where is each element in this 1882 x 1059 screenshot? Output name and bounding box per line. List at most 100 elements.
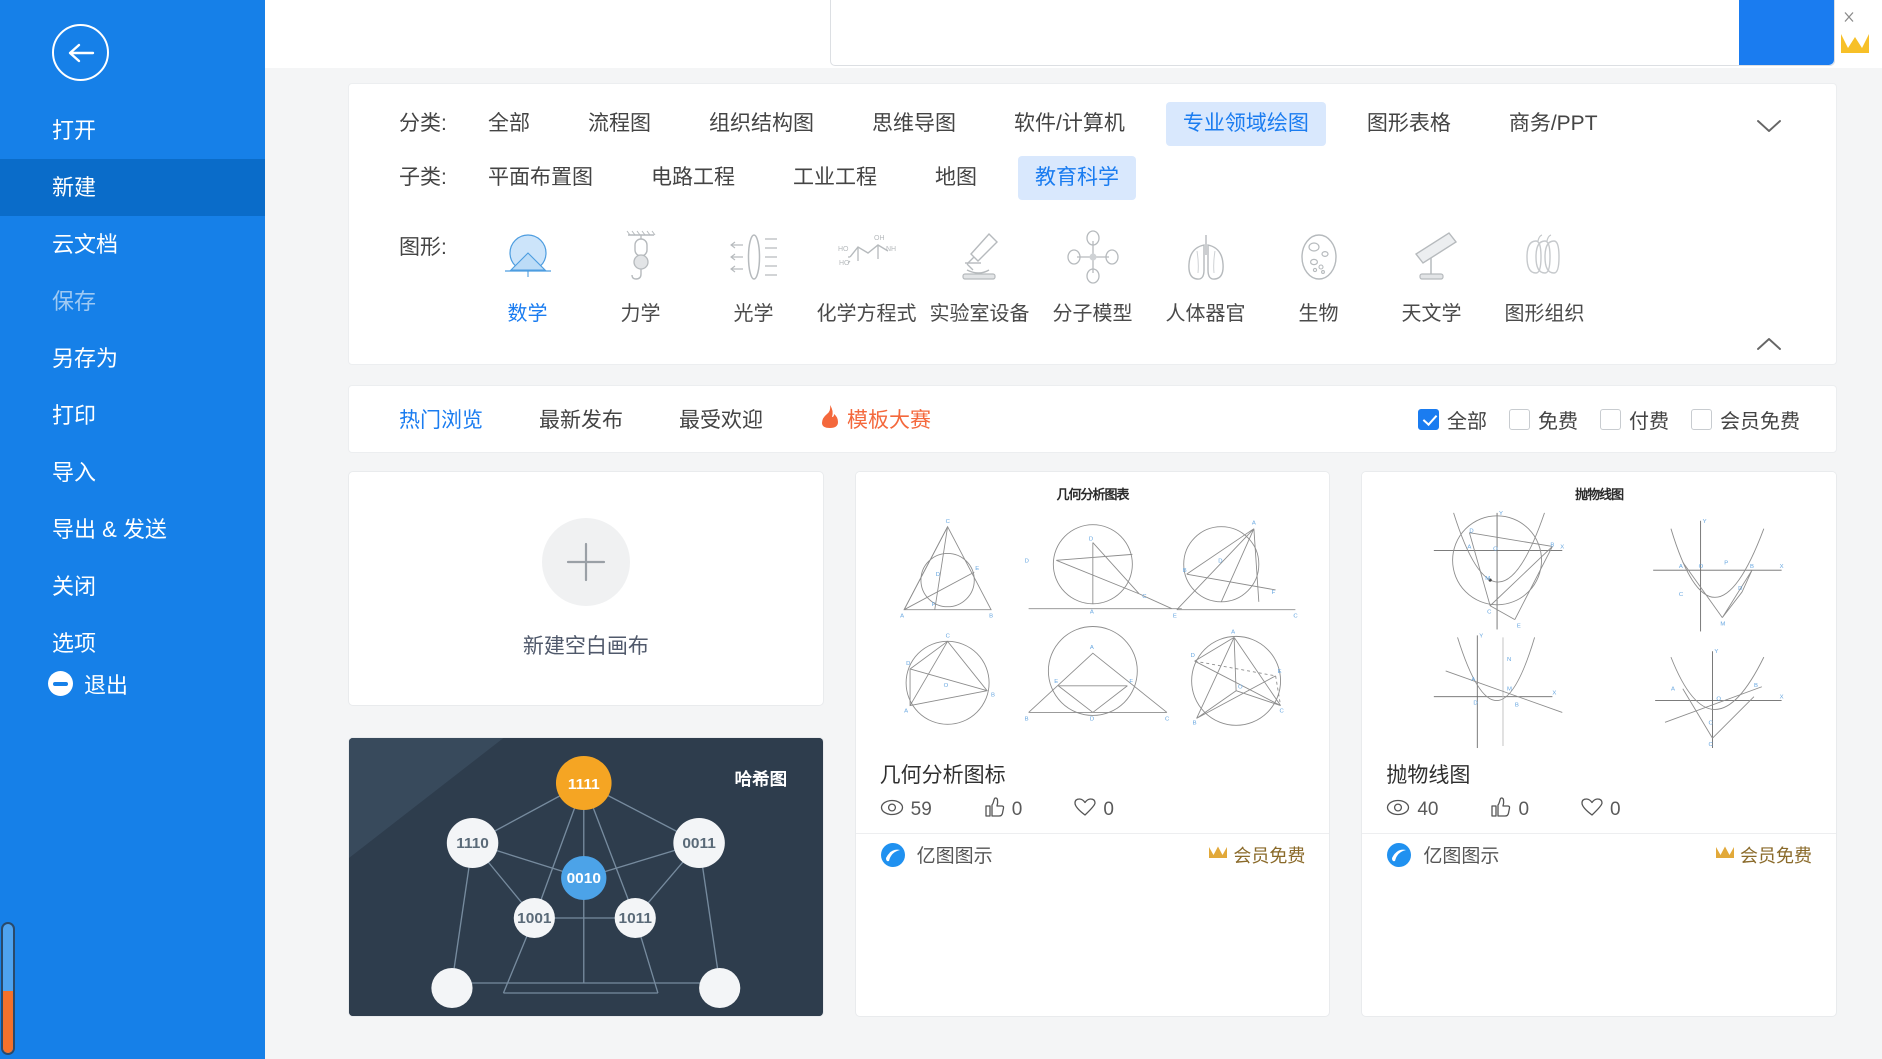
category-chip-flowchart[interactable]: 流程图 [571, 102, 668, 146]
shape-item-optics[interactable]: 光学 [697, 226, 810, 326]
svg-text:1011: 1011 [618, 910, 652, 927]
sidebar-item-close[interactable]: 关闭 [0, 558, 265, 615]
svg-text:X: X [1553, 691, 1557, 697]
svg-text:A: A [1679, 564, 1683, 570]
svg-text:F: F [931, 602, 935, 608]
checkbox-icon[interactable] [1691, 408, 1712, 430]
template-thumbnail: 几何分析图表 A B C D E F D D C A A B F E C D D… [855, 472, 1330, 750]
shape-item-label: 数学 [507, 303, 548, 325]
subcategory-chip-circuit[interactable]: 电路工程 [634, 156, 752, 200]
shape-item-mechanics[interactable]: 力学 [584, 226, 697, 326]
shape-item-lab-equipment[interactable]: 实验室设备 [923, 226, 1036, 326]
category-chip-orgchart[interactable]: 组织结构图 [692, 102, 831, 146]
subcategory-chip-map[interactable]: 地图 [918, 156, 994, 200]
subcategory-chip-education[interactable]: 教育科学 [1018, 156, 1136, 200]
chip-label: 思维导图 [872, 112, 956, 135]
shape-item-math[interactable]: 数学 [471, 226, 584, 326]
category-chip-business[interactable]: 商务/PPT [1492, 102, 1615, 146]
favorites-count: 0 [1610, 799, 1621, 820]
price-filter-member-free[interactable]: 会员免费 [1691, 405, 1800, 434]
price-filter-free[interactable]: 免费 [1509, 405, 1578, 434]
shape-item-astronomy[interactable]: 天文学 [1375, 226, 1488, 326]
template-card-parabola[interactable]: 抛物线图 Y X A B C D E O M Y X A B C M D O P… [1361, 471, 1837, 1017]
sidebar-item-cloud[interactable]: 云文档 [0, 216, 265, 273]
filter-panel: 分类: 全部 流程图 组织结构图 思维导图 软件/计算机 专业领域绘图 图形表格… [348, 83, 1837, 365]
template-thumbnail-title: 抛物线图 [1575, 487, 1624, 502]
edge-slider-fill [3, 991, 13, 1053]
geometry-preview: A BC DEF DDCA ABF E CD DCABO AE F BDC ADBC … [900, 519, 1298, 727]
svg-text:0010: 0010 [567, 870, 601, 887]
category-chip-mindmap[interactable]: 思维导图 [855, 102, 973, 146]
likes-stat[interactable]: 0 [1490, 797, 1529, 823]
svg-text:D: D [906, 661, 910, 667]
tab-contest[interactable]: 模板大赛 [819, 404, 931, 434]
price-filter-all[interactable]: 全部 [1418, 405, 1487, 434]
eye-icon [1386, 799, 1410, 822]
template-card-title: 抛物线图 [1386, 764, 1471, 787]
tab-label: 模板大赛 [847, 409, 931, 432]
hashgraph-preview: 1111 1110 0011 0010 1001 1011 哈希图 [349, 738, 823, 1016]
template-card-stats: 40 0 0 [1386, 797, 1812, 823]
category-chip-all[interactable]: 全部 [471, 102, 547, 146]
checkbox-label: 会员免费 [1720, 410, 1800, 433]
new-blank-canvas-label: 新建空白画布 [522, 634, 649, 658]
vip-crown-icon [1840, 30, 1870, 61]
back-button[interactable] [52, 24, 109, 81]
sidebar-item-exit[interactable]: 退出 [0, 655, 265, 712]
svg-text:F: F [1129, 679, 1133, 685]
svg-text:X: X [1780, 695, 1784, 701]
checkbox-label: 免费 [1538, 410, 1578, 433]
template-card-geometry[interactable]: 几何分析图表 A B C D E F D D C A A B F E C D D… [854, 471, 1331, 1017]
shape-item-label: 分子模型 [1052, 303, 1133, 325]
svg-text:Y: Y [1480, 633, 1484, 639]
favorites-stat[interactable]: 0 [1581, 797, 1621, 823]
close-icon [1842, 11, 1856, 23]
subcategory-chip-industrial[interactable]: 工业工程 [776, 156, 894, 200]
svg-text:1110: 1110 [456, 835, 489, 852]
template-card-body: 几何分析图标 59 0 0 [856, 750, 1330, 833]
sidebar-item-save-as[interactable]: 另存为 [0, 330, 265, 387]
category-chip-software[interactable]: 软件/计算机 [997, 102, 1142, 146]
template-card-hashgraph[interactable]: 1111 1110 0011 0010 1001 1011 哈希图 [348, 737, 824, 1017]
checkbox-checked-icon[interactable] [1418, 408, 1439, 430]
edge-slider[interactable] [1, 922, 15, 1055]
shape-item-biology[interactable]: 生物 [1262, 226, 1375, 326]
subcategory-chip-floorplan[interactable]: 平面布置图 [471, 156, 610, 200]
tab-newest[interactable]: 最新发布 [539, 404, 623, 434]
cell-biology-icon [1286, 226, 1352, 288]
chevron-down-icon[interactable] [1754, 111, 1784, 141]
shape-item-graphic-organizer[interactable]: 图形组织 [1488, 226, 1601, 326]
sidebar-item-label: 另存为 [52, 346, 119, 371]
sidebar-item-print[interactable]: 打印 [0, 387, 265, 444]
likes-stat[interactable]: 0 [984, 797, 1022, 823]
svg-text:HO: HO [839, 260, 850, 267]
sidebar-item-new[interactable]: 新建 [0, 159, 265, 216]
thumbs-up-icon [1490, 797, 1511, 823]
new-blank-canvas-card[interactable]: 新建空白画布 [348, 471, 824, 706]
checkbox-label: 付费 [1629, 410, 1669, 433]
favorites-stat[interactable]: 0 [1074, 797, 1114, 823]
shape-item-organs[interactable]: 人体器官 [1149, 226, 1262, 326]
search-button[interactable] [1739, 0, 1834, 65]
svg-text:O: O [1699, 564, 1704, 570]
chevron-up-icon[interactable] [1754, 329, 1784, 359]
shape-item-chemistry[interactable]: HO OH NH HO 化学方程式 [810, 226, 923, 326]
category-filter-row: 分类: 全部 流程图 组织结构图 思维导图 软件/计算机 专业领域绘图 图形表格… [349, 102, 1836, 156]
svg-text:M: M [1486, 576, 1491, 582]
chip-label: 图形表格 [1366, 112, 1451, 135]
category-chip-professional[interactable]: 专业领域绘图 [1165, 102, 1326, 146]
category-chip-charts[interactable]: 图形表格 [1350, 102, 1468, 146]
svg-text:Y: Y [1499, 511, 1503, 517]
sidebar-item-export[interactable]: 导出 & 发送 [0, 501, 265, 558]
tab-popular[interactable]: 最受欢迎 [679, 404, 763, 434]
checkbox-icon[interactable] [1600, 408, 1621, 430]
tab-hot[interactable]: 热门浏览 [399, 404, 483, 434]
svg-text:A: A [900, 614, 904, 620]
shape-item-molecule[interactable]: 分子模型 [1036, 226, 1149, 326]
search-input[interactable] [845, 0, 1725, 65]
sidebar-item-import[interactable]: 导入 [0, 444, 265, 501]
svg-text:M: M [1507, 687, 1512, 693]
sidebar-item-open[interactable]: 打开 [0, 102, 265, 159]
price-filter-paid[interactable]: 付费 [1600, 405, 1669, 434]
checkbox-icon[interactable] [1509, 408, 1530, 430]
